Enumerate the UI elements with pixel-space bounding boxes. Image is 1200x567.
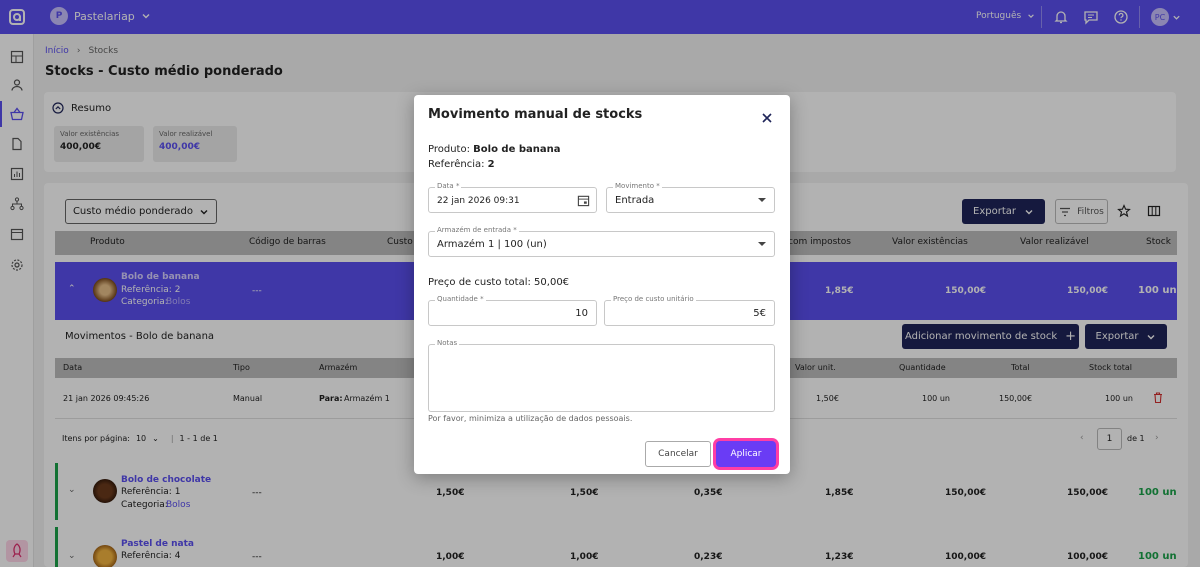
product-label: Produto: xyxy=(428,144,470,155)
quantity-label: Quantidade * xyxy=(435,295,486,303)
caret-down-icon xyxy=(758,242,766,246)
notes-textarea[interactable]: Notas xyxy=(428,339,775,412)
product-value: Bolo de banana xyxy=(473,144,561,155)
apply-button[interactable]: Aplicar xyxy=(716,441,776,467)
warehouse-select[interactable]: Armazém de entrada * Armazém 1 | 100 (un… xyxy=(428,226,775,257)
unit-cost-label: Preço de custo unitário xyxy=(611,295,696,303)
warehouse-value: Armazém 1 | 100 (un) xyxy=(437,239,547,250)
movement-label: Movimento * xyxy=(613,182,662,190)
warehouse-label: Armazém de entrada * xyxy=(435,226,519,234)
reference-value: 2 xyxy=(487,159,495,170)
unit-cost-field[interactable]: Preço de custo unitário 5€ xyxy=(604,295,775,326)
unit-cost-value: 5€ xyxy=(753,308,766,319)
date-label: Data * xyxy=(435,182,462,190)
privacy-hint: Por favor, minimiza a utilização de dado… xyxy=(428,414,633,423)
calendar-icon[interactable] xyxy=(577,194,590,207)
reference-info: Referência: 2 xyxy=(428,159,495,170)
date-field[interactable]: Data * 22 jan 2026 09:31 xyxy=(428,182,597,213)
notes-label: Notas xyxy=(435,339,460,347)
total-cost: Preço de custo total: 50,00€ xyxy=(428,277,570,288)
dialog-title: Movimento manual de stocks xyxy=(428,107,643,122)
date-value: 22 jan 2026 09:31 xyxy=(437,196,520,206)
quantity-value: 10 xyxy=(575,308,588,319)
product-info: Produto: Bolo de banana xyxy=(428,144,561,155)
close-icon[interactable] xyxy=(760,111,774,125)
cancel-button[interactable]: Cancelar xyxy=(645,441,711,467)
caret-down-icon xyxy=(758,198,766,202)
stock-movement-dialog: Movimento manual de stocks Produto: Bolo… xyxy=(414,95,790,474)
quantity-field[interactable]: Quantidade * 10 xyxy=(428,295,597,326)
reference-label: Referência: xyxy=(428,159,485,170)
movement-type-select[interactable]: Movimento * Entrada xyxy=(606,182,775,213)
movement-value: Entrada xyxy=(615,195,655,206)
